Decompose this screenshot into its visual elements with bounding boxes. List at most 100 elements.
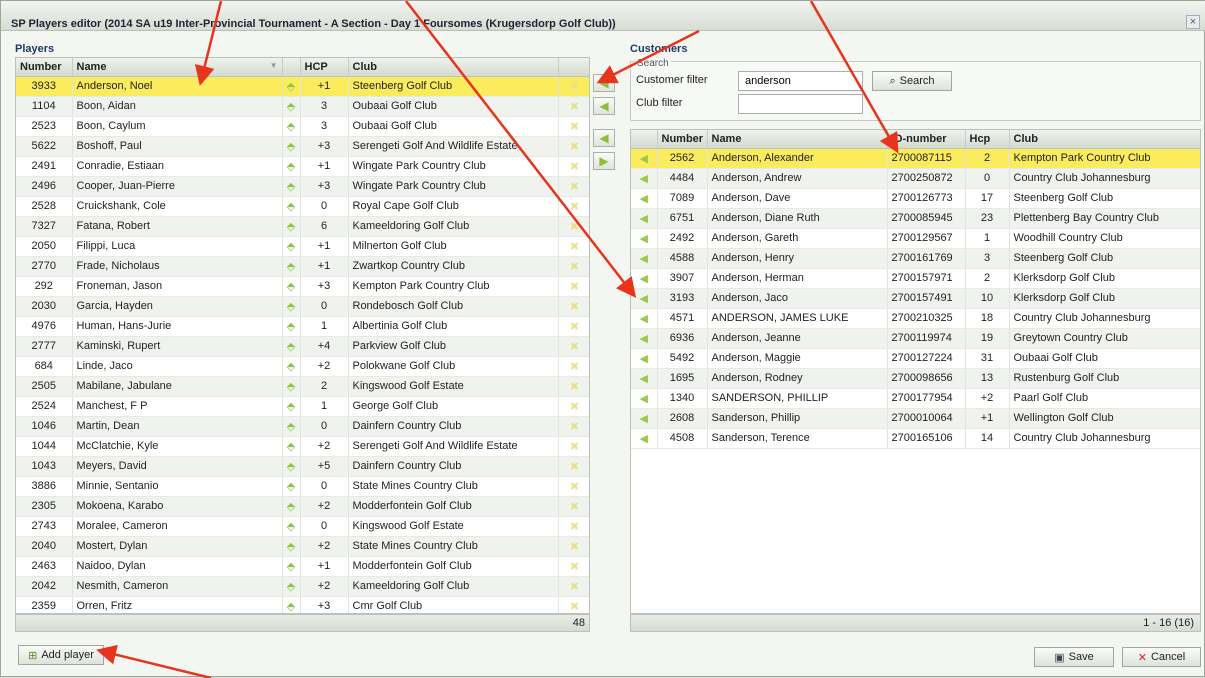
customer-row[interactable]: ◀ 2562 Anderson, Alexander 2700087115 2 Kempt… bbox=[631, 148, 1200, 169]
customer-row[interactable]: ◀ 2608 Sanderson, Phillip 2700010064 +1 Welli… bbox=[631, 408, 1200, 429]
delete-icon[interactable]: ✖ bbox=[558, 116, 589, 137]
player-row[interactable]: 2491 Conradie, Estiaan ⬘ +1 Wingate Park Cou… bbox=[16, 156, 589, 177]
delete-icon[interactable]: ✖ bbox=[558, 236, 589, 257]
customer-row[interactable]: ◀ 2492 Anderson, Gareth 2700129567 1 Woodhill… bbox=[631, 228, 1200, 249]
player-row[interactable]: 2496 Cooper, Juan-Pierre ⬘ +3 Wingate Park C… bbox=[16, 176, 589, 197]
col-cust-hcp[interactable]: Hcp bbox=[965, 130, 1010, 149]
pin-icon[interactable]: ⬘ bbox=[282, 296, 301, 317]
arrow-left-icon[interactable]: ◀ bbox=[631, 348, 658, 369]
customer-row[interactable]: ◀ 3193 Anderson, Jaco 2700157491 10 Klerksdor… bbox=[631, 288, 1200, 309]
player-row[interactable]: 2030 Garcia, Hayden ⬘ 0 Rondebosch Golf Club… bbox=[16, 296, 589, 317]
pin-icon[interactable]: ⬘ bbox=[282, 336, 301, 357]
pin-icon[interactable]: ⬘ bbox=[282, 556, 301, 577]
player-row[interactable]: 2359 Orren, Fritz ⬘ +3 Cmr Golf Club ✖ bbox=[16, 596, 589, 613]
col-club[interactable]: Club bbox=[348, 58, 559, 77]
arrow-left-icon[interactable]: ◀ bbox=[593, 97, 615, 115]
player-row[interactable]: 2463 Naidoo, Dylan ⬘ +1 Modderfontein Golf C… bbox=[16, 556, 589, 577]
arrow-left-icon[interactable]: ◀ bbox=[631, 188, 658, 209]
customer-row[interactable]: ◀ 4571 ANDERSON, JAMES LUKE 2700210325 18 Cou… bbox=[631, 308, 1200, 329]
pin-icon[interactable]: ⬘ bbox=[282, 216, 301, 237]
pin-icon[interactable]: ⬘ bbox=[282, 136, 301, 157]
pin-icon[interactable]: ⬘ bbox=[282, 156, 301, 177]
player-row[interactable]: 5622 Boshoff, Paul ⬘ +3 Serengeti Golf And W… bbox=[16, 136, 589, 157]
player-row[interactable]: 2528 Cruickshank, Cole ⬘ 0 Royal Cape Golf C… bbox=[16, 196, 589, 217]
delete-icon[interactable]: ✖ bbox=[558, 376, 589, 397]
customer-row[interactable]: ◀ 6936 Anderson, Jeanne 2700119974 19 Greytow… bbox=[631, 328, 1200, 349]
delete-icon[interactable]: ✖ bbox=[558, 136, 589, 157]
player-row[interactable]: 2524 Manchest, F P ⬘ 1 George Golf Club ✖ bbox=[16, 396, 589, 417]
player-row[interactable]: 2770 Frade, Nicholaus ⬘ +1 Zwartkop Country … bbox=[16, 256, 589, 277]
arrow-right-icon[interactable]: ▶ bbox=[593, 152, 615, 170]
arrow-left-icon[interactable]: ◀ bbox=[631, 168, 658, 189]
delete-icon[interactable]: ✖ bbox=[558, 576, 589, 597]
col-cust-number[interactable]: Number bbox=[657, 130, 708, 149]
player-row[interactable]: 4976 Human, Hans-Jurie ⬘ 1 Albertinia Golf C… bbox=[16, 316, 589, 337]
delete-icon[interactable]: ✖ bbox=[558, 556, 589, 577]
cancel-button[interactable]: ✕ Cancel bbox=[1122, 647, 1201, 667]
arrow-left-icon[interactable]: ◀ bbox=[631, 368, 658, 389]
delete-icon[interactable]: ✖ bbox=[558, 476, 589, 497]
delete-icon[interactable]: ✖ bbox=[558, 256, 589, 277]
player-row[interactable]: 1043 Meyers, David ⬘ +5 Dainfern Country Clu… bbox=[16, 456, 589, 477]
col-number[interactable]: Number bbox=[16, 58, 73, 77]
delete-icon[interactable]: ✖ bbox=[558, 316, 589, 337]
delete-icon[interactable]: ✖ bbox=[558, 436, 589, 457]
customer-row[interactable]: ◀ 4588 Anderson, Henry 2700161769 3 Steenberg… bbox=[631, 248, 1200, 269]
delete-icon[interactable]: ✖ bbox=[558, 456, 589, 477]
pin-icon[interactable]: ⬘ bbox=[282, 396, 301, 417]
customer-row[interactable]: ◀ 6751 Anderson, Diane Ruth 2700085945 23 Ple… bbox=[631, 208, 1200, 229]
pin-icon[interactable]: ⬘ bbox=[282, 516, 301, 537]
pin-icon[interactable]: ⬘ bbox=[282, 416, 301, 437]
pin-icon[interactable]: ⬘ bbox=[282, 276, 301, 297]
customer-row[interactable]: ◀ 3907 Anderson, Herman 2700157971 2 Klerksdo… bbox=[631, 268, 1200, 289]
customer-row[interactable]: ◀ 4484 Anderson, Andrew 2700250872 0 Country … bbox=[631, 168, 1200, 189]
pin-icon[interactable]: ⬘ bbox=[282, 496, 301, 517]
pin-icon[interactable]: ⬘ bbox=[282, 256, 301, 277]
delete-icon[interactable]: ✖ bbox=[558, 396, 589, 417]
delete-icon[interactable]: ✖ bbox=[558, 296, 589, 317]
player-row[interactable]: 2050 Filippi, Luca ⬘ +1 Milnerton Golf Club ✖ bbox=[16, 236, 589, 257]
pin-icon[interactable]: ⬘ bbox=[282, 456, 301, 477]
save-button[interactable]: ▣ Save bbox=[1034, 647, 1114, 667]
player-row[interactable]: 7327 Fatana, Robert ⬘ 6 Kameeldoring Golf Cl… bbox=[16, 216, 589, 237]
delete-icon[interactable]: ✖ bbox=[558, 196, 589, 217]
customer-filter-input[interactable] bbox=[738, 71, 863, 91]
player-row[interactable]: 1104 Boon, Aidan ⬘ 3 Oubaai Golf Club ✖ bbox=[16, 96, 589, 117]
pin-icon[interactable]: ⬘ bbox=[282, 236, 301, 257]
col-cust-name[interactable]: Name bbox=[707, 130, 888, 149]
col-hcp[interactable]: HCP bbox=[300, 58, 349, 77]
arrow-left-icon[interactable]: ◀ bbox=[631, 148, 658, 169]
arrow-left-icon[interactable]: ◀ bbox=[631, 248, 658, 269]
arrow-left-icon[interactable]: ◀ bbox=[631, 428, 658, 449]
pin-icon[interactable]: ⬘ bbox=[282, 376, 301, 397]
player-row[interactable]: 3886 Minnie, Sentanio ⬘ 0 State Mines Countr… bbox=[16, 476, 589, 497]
pin-icon[interactable]: ⬘ bbox=[282, 76, 301, 97]
pin-icon[interactable]: ⬘ bbox=[282, 576, 301, 597]
delete-icon[interactable]: ✖ bbox=[558, 356, 589, 377]
player-row[interactable]: 1046 Martin, Dean ⬘ 0 Dainfern Country Club ✖ bbox=[16, 416, 589, 437]
pin-icon[interactable]: ⬘ bbox=[282, 436, 301, 457]
player-row[interactable]: 3933 Anderson, Noel ⬘ +1 Steenberg Golf Club… bbox=[16, 76, 589, 97]
pin-icon[interactable]: ⬘ bbox=[282, 596, 301, 613]
player-row[interactable]: 2305 Mokoena, Karabo ⬘ +2 Modderfontein Golf… bbox=[16, 496, 589, 517]
delete-icon[interactable]: ✖ bbox=[558, 176, 589, 197]
delete-icon[interactable]: ✖ bbox=[558, 96, 589, 117]
delete-icon[interactable]: ✖ bbox=[558, 536, 589, 557]
arrow-left-icon[interactable]: ◀ bbox=[631, 268, 658, 289]
player-row[interactable]: 1044 McClatchie, Kyle ⬘ +2 Serengeti Golf An… bbox=[16, 436, 589, 457]
customer-row[interactable]: ◀ 7089 Anderson, Dave 2700126773 17 Steenberg… bbox=[631, 188, 1200, 209]
sort-icon[interactable]: ▼ bbox=[270, 61, 278, 70]
pin-icon[interactable]: ⬘ bbox=[282, 116, 301, 137]
customer-row[interactable]: ◀ 1695 Anderson, Rodney 2700098656 13 Rustenb… bbox=[631, 368, 1200, 389]
add-player-button[interactable]: ⊞ Add player bbox=[18, 645, 104, 665]
player-row[interactable]: 2777 Kaminski, Rupert ⬘ +4 Parkview Golf Clu… bbox=[16, 336, 589, 357]
pin-icon[interactable]: ⬘ bbox=[282, 176, 301, 197]
delete-icon[interactable]: ✖ bbox=[558, 336, 589, 357]
player-row[interactable]: 2743 Moralee, Cameron ⬘ 0 Kingswood Golf Est… bbox=[16, 516, 589, 537]
arrow-left-icon[interactable]: ◀ bbox=[631, 288, 658, 309]
arrow-left-icon[interactable]: ◀ bbox=[631, 328, 658, 349]
pin-icon[interactable]: ⬘ bbox=[282, 536, 301, 557]
player-row[interactable]: 2040 Mostert, Dylan ⬘ +2 State Mines Country… bbox=[16, 536, 589, 557]
delete-icon[interactable]: ✖ bbox=[558, 156, 589, 177]
delete-icon[interactable]: ✖ bbox=[558, 216, 589, 237]
